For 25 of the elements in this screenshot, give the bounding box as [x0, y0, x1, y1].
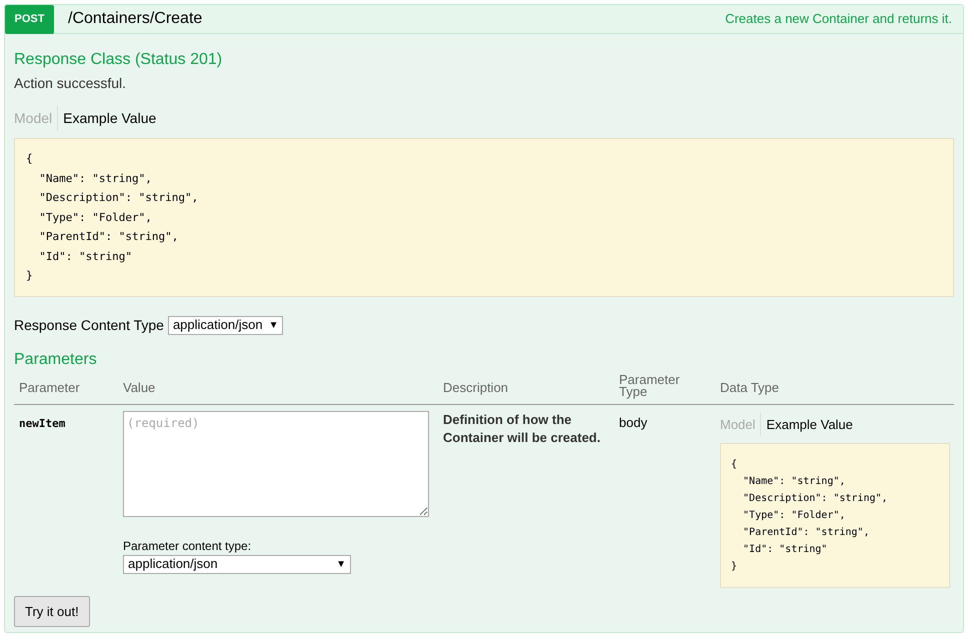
operation-header[interactable]: POST /Containers/Create Creates a new Container and returns it. [5, 5, 963, 34]
field-label: Parameter content type: [123, 538, 252, 554]
parameter-type: body [619, 414, 648, 430]
parameter-value-field[interactable]: (required) [123, 410, 429, 516]
code-block: { "Name": "string", "Description": "string", "Type": "Folder", "ParentId": "string", "Id": "string" } [720, 443, 950, 588]
response-message: Action successful. [14, 74, 128, 93]
try-it-out-button[interactable]: Try it out! [14, 596, 90, 627]
parameter-name: newItem [19, 416, 66, 430]
field-label: Response Content Type [14, 316, 164, 335]
column-header: Data Type [720, 379, 780, 397]
method-badge: POST [5, 4, 54, 34]
parameter-description: Definition of how the Container will be created. [443, 410, 602, 446]
column-header: Value [123, 379, 156, 397]
code-block: { "Name": "string", "Description": "string", "Type": "Folder", "ParentId": "string", "Id": "string" } [14, 138, 954, 296]
section-heading: Response Class (Status 201) [14, 50, 224, 70]
parameter-content-type-select[interactable]: application/json ▼ [123, 554, 351, 574]
operation-summary: Creates a new Container and returns it. [725, 10, 952, 28]
snippet-tab[interactable]: Example Value [760, 412, 858, 436]
section-heading: Parameters [14, 350, 98, 370]
snippet-tab[interactable]: Example Value [57, 106, 162, 131]
column-header: Parameter Type [619, 374, 681, 398]
content-type-select[interactable]: application/json ▼ [168, 316, 284, 334]
column-header: Description [443, 379, 510, 397]
endpoint-path: /Containers/Create [68, 9, 202, 29]
column-header: Parameter [19, 379, 81, 397]
